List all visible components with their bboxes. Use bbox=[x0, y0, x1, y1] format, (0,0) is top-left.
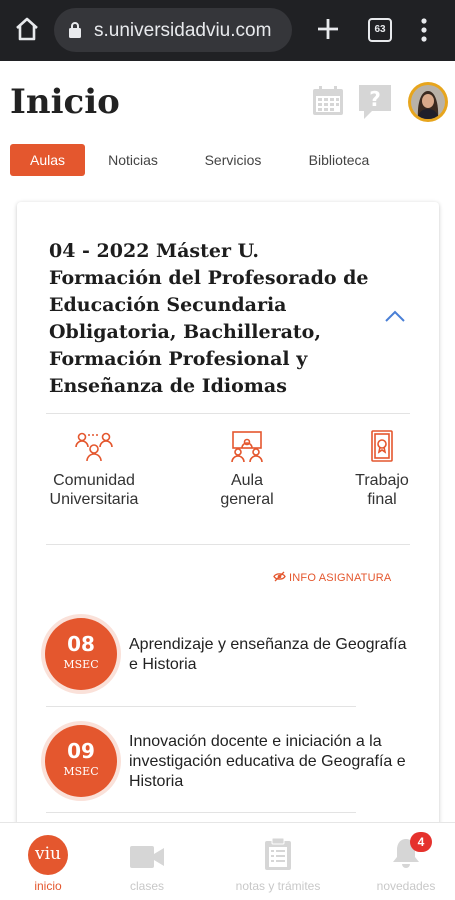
home-icon[interactable] bbox=[14, 16, 40, 42]
quick-access-final-work[interactable]: Trabajo final bbox=[312, 430, 439, 509]
subject-code: MSEC bbox=[63, 658, 99, 671]
nav-label: clases bbox=[129, 879, 164, 893]
divider bbox=[46, 544, 410, 545]
nav-label: notas y trámites bbox=[235, 879, 321, 893]
final-work-icon bbox=[371, 430, 393, 462]
nav-novedades[interactable]: novedades bbox=[351, 823, 455, 900]
clipboard-icon bbox=[265, 837, 291, 870]
video-camera-icon bbox=[130, 846, 164, 868]
quick-access-label: Aula bbox=[230, 472, 264, 489]
quick-access-label: Universitaria bbox=[49, 491, 139, 508]
nav-inicio[interactable]: viu inicio bbox=[0, 823, 103, 900]
subject-name[interactable]: Aprendizaje y enseñanza de Geografía e H… bbox=[129, 635, 419, 675]
nav-label: inicio bbox=[34, 879, 62, 893]
viu-logo-icon: viu bbox=[28, 835, 68, 875]
nav-notas-tramites[interactable]: notas y trámites bbox=[223, 823, 333, 900]
help-icon[interactable]: ? bbox=[358, 84, 392, 120]
subject-code: MSEC bbox=[63, 765, 99, 778]
course-title[interactable]: 04 - 2022 Máster U. Formación del Profes… bbox=[49, 238, 374, 400]
quick-access-label: final bbox=[367, 491, 397, 508]
quick-access-classroom[interactable]: Aula general bbox=[177, 430, 317, 509]
page-title: Inicio bbox=[10, 82, 120, 122]
nav-label: novedades bbox=[376, 879, 436, 893]
subject-badge[interactable]: 09 MSEC bbox=[45, 725, 117, 797]
quick-access-label: general bbox=[220, 491, 274, 508]
community-icon bbox=[75, 432, 113, 462]
subject-badge[interactable]: 08 MSEC bbox=[45, 618, 117, 690]
course-card: 04 - 2022 Máster U. Formación del Profes… bbox=[17, 202, 439, 842]
tab-servicios[interactable]: Servicios bbox=[192, 144, 274, 176]
subject-name[interactable]: Innovación docente e iniciación a la inv… bbox=[129, 732, 419, 792]
avatar[interactable] bbox=[408, 82, 448, 122]
address-bar[interactable]: s.universidadviu.com bbox=[54, 8, 292, 52]
nav-clases[interactable]: clases bbox=[92, 823, 202, 900]
quick-access-label: Comunidad bbox=[53, 472, 135, 489]
eye-off-icon bbox=[273, 571, 286, 582]
lock-icon bbox=[69, 22, 81, 38]
new-tab-icon[interactable] bbox=[314, 15, 342, 43]
subject-number: 09 bbox=[67, 739, 95, 763]
info-asignatura-link[interactable]: INFO ASIGNATURA bbox=[273, 570, 391, 584]
more-menu-icon[interactable] bbox=[418, 16, 430, 44]
svg-text:?: ? bbox=[369, 87, 381, 111]
subject-number: 08 bbox=[67, 632, 95, 656]
info-asignatura-label: INFO ASIGNATURA bbox=[289, 572, 392, 584]
url-text: s.universidadviu.com bbox=[94, 20, 272, 41]
chevron-up-icon[interactable] bbox=[383, 308, 407, 324]
notification-badge: 4 bbox=[410, 832, 432, 852]
calendar-icon[interactable] bbox=[312, 86, 344, 116]
tab-biblioteca[interactable]: Biblioteca bbox=[296, 144, 382, 176]
tab-switcher-button[interactable]: 63 bbox=[368, 18, 392, 42]
browser-toolbar: s.universidadviu.com 63 bbox=[0, 0, 455, 61]
tab-noticias[interactable]: Noticias bbox=[96, 144, 170, 176]
divider bbox=[46, 413, 410, 414]
user-photo bbox=[411, 85, 445, 119]
bottom-navigation: viu inicio clases notas y trámites noved… bbox=[0, 822, 455, 900]
quick-access-label: Trabajo bbox=[355, 472, 409, 489]
divider bbox=[46, 812, 356, 813]
classroom-icon bbox=[231, 431, 263, 463]
quick-access-community[interactable]: Comunidad Universitaria bbox=[24, 430, 164, 509]
divider bbox=[46, 706, 356, 707]
tab-aulas[interactable]: Aulas bbox=[10, 144, 85, 176]
